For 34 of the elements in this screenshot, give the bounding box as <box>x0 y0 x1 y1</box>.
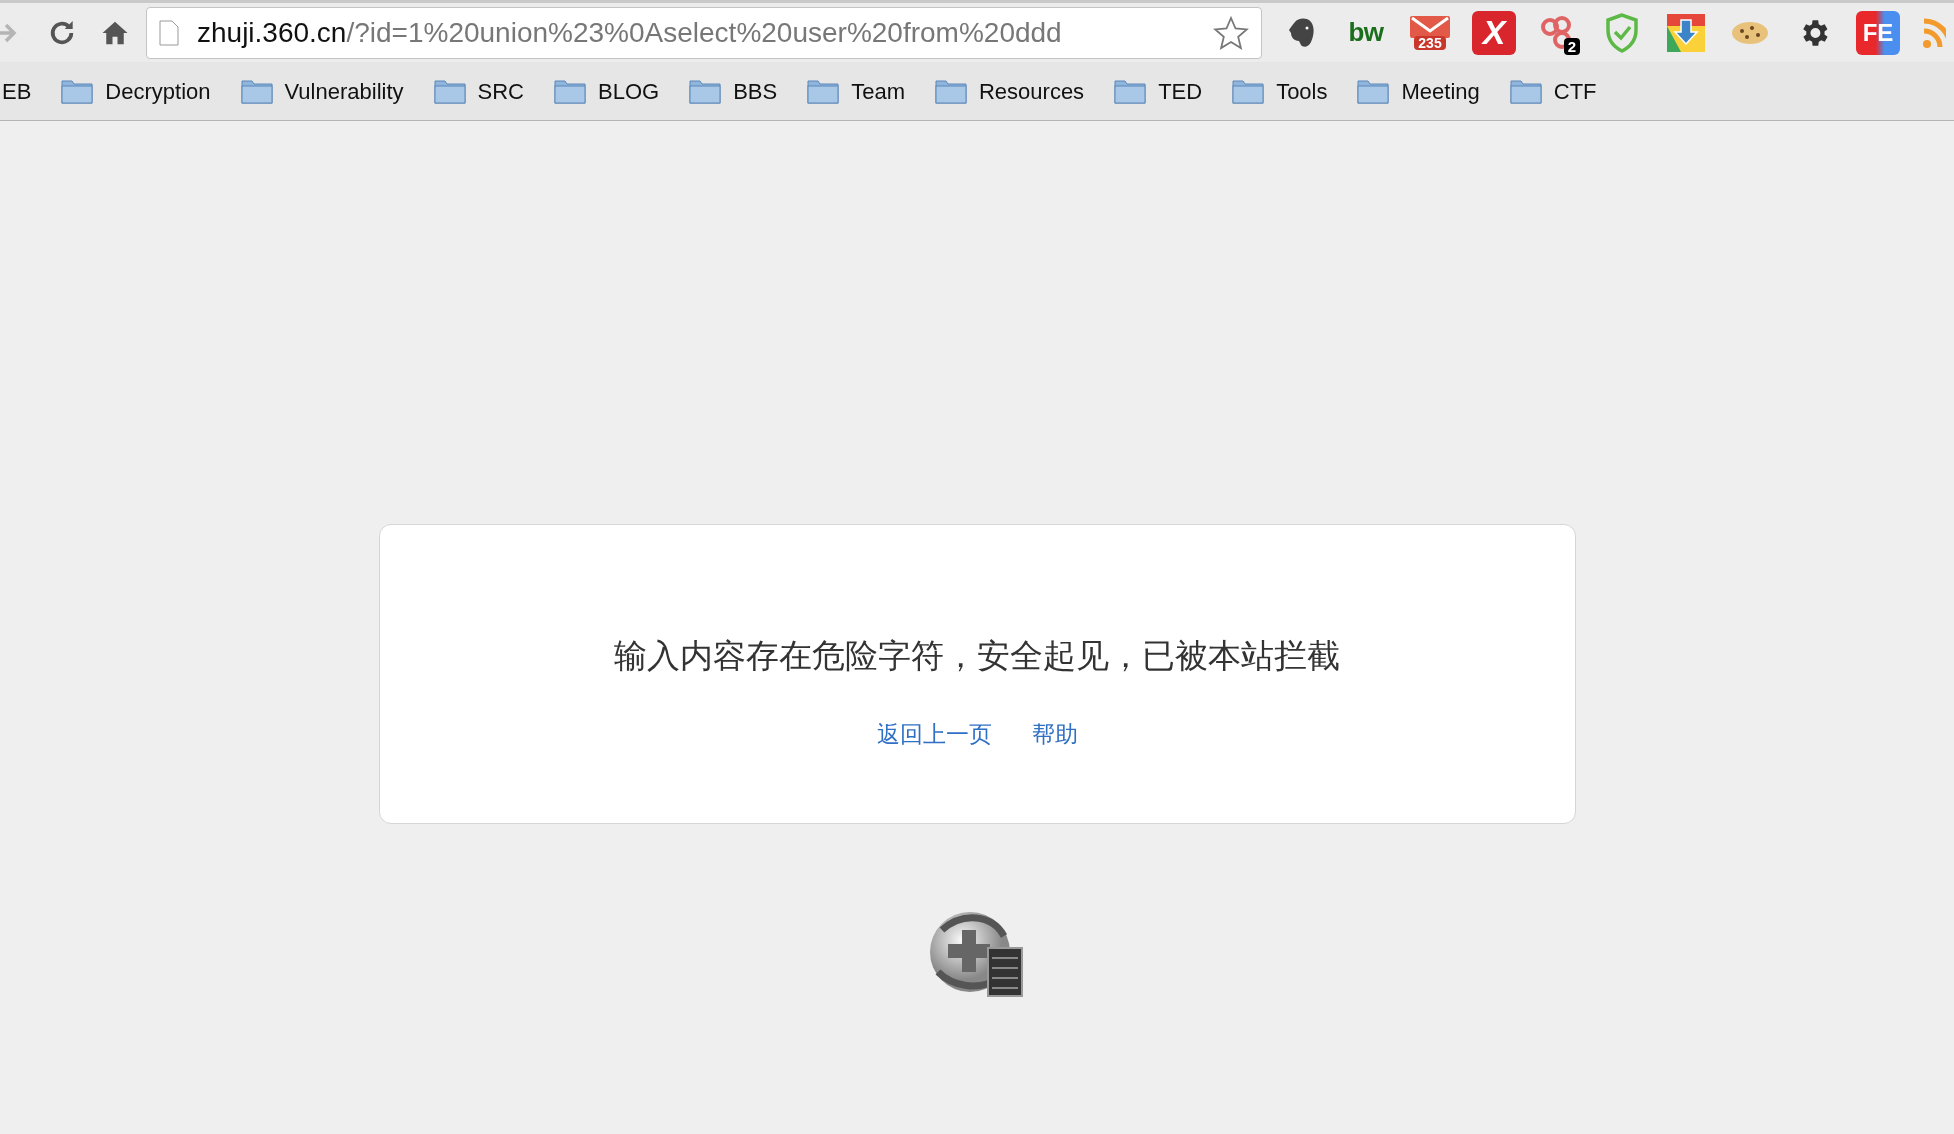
url-text: zhuji.360.cn/?id=1%20union%23%0Aselect%20user%20from%20ddd <box>197 15 1063 50</box>
bookmark-item[interactable]: Vulnerability <box>284 74 404 108</box>
bookmark-item[interactable]: CTF <box>1553 74 1597 108</box>
mail-extension-button[interactable]: 235 <box>1408 10 1452 55</box>
folder-icon <box>61 78 94 104</box>
bookmark-item[interactable]: SRC <box>477 74 524 108</box>
folder-icon <box>1357 78 1390 104</box>
help-link[interactable]: 帮助 <box>1031 716 1078 751</box>
folder-icon <box>433 78 466 104</box>
folder-icon <box>240 78 273 104</box>
folder-icon <box>807 78 840 104</box>
warning-message: 输入内容存在危险字符，安全起见，已被本站拦截 <box>614 636 1340 676</box>
bookmark-item[interactable]: Meeting <box>1401 74 1480 108</box>
folder-icon <box>934 78 967 104</box>
folder-icon <box>1232 78 1265 104</box>
bookmark-item[interactable]: TED <box>1158 74 1203 108</box>
bookmark-item[interactable]: Resources <box>978 74 1085 108</box>
bookmark-item[interactable]: EB <box>2 74 32 108</box>
bookmark-item[interactable]: Team <box>851 74 905 108</box>
page-icon <box>159 19 179 46</box>
folder-icon <box>1509 78 1542 104</box>
bookmark-item[interactable]: BBS <box>733 74 778 108</box>
extension-button[interactable]: X <box>1472 10 1516 55</box>
extension-button[interactable]: 2 <box>1536 10 1580 55</box>
bookmark-star-icon[interactable] <box>1213 14 1249 51</box>
help-link[interactable]: 返回上一页 <box>876 716 992 751</box>
bookmark-item[interactable]: Tools <box>1276 74 1328 108</box>
bookmark-item[interactable]: BLOG <box>598 74 660 108</box>
folder-icon <box>689 78 722 104</box>
folder-icon <box>554 78 586 104</box>
folder-icon <box>1114 78 1147 104</box>
bookmark-item[interactable]: Decryption <box>105 74 211 108</box>
address-bar[interactable]: zhuji.360.cn/?id=1%20union%23%0Aselect%20user%20from%20ddd <box>146 6 1262 59</box>
extension-button[interactable]: bw <box>1344 10 1388 55</box>
